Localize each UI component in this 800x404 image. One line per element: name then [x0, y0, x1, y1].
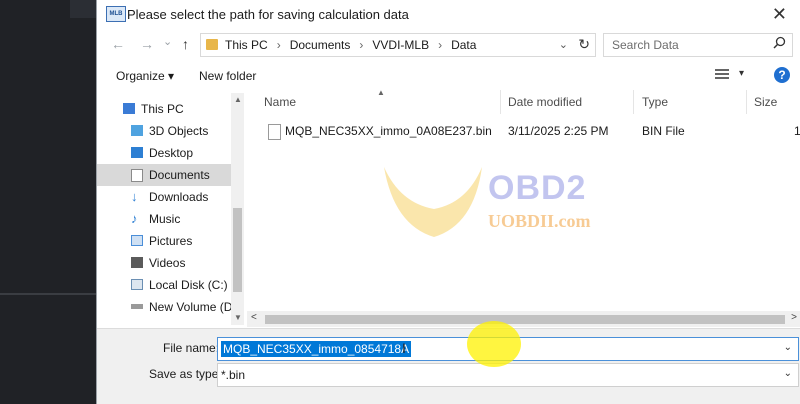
file-list: ▲ Name Date modified Type Size MQB_NEC35…	[247, 88, 800, 328]
file-name-label: File name:	[163, 341, 220, 355]
breadcrumb-separator-icon[interactable]: ›	[359, 38, 363, 52]
dialog-title: Please select the path for saving calcul…	[127, 7, 409, 22]
file-date-modified: 3/11/2025 2:25 PM	[508, 124, 609, 138]
search-input[interactable]: Search Data	[603, 33, 793, 57]
breadcrumb: This PC › Documents › VVDI-MLB › Data	[225, 38, 476, 52]
navigation-bar: ← → ⌄ ↑ This PC › Documents › VVDI-MLB ›…	[97, 32, 800, 58]
help-icon[interactable]: ?	[774, 67, 790, 83]
search-placeholder: Search Data	[612, 38, 679, 52]
documents-icon	[131, 169, 143, 182]
navigation-pane: This PC 3D Objects Desktop Documents ↓ D…	[97, 93, 245, 325]
save-dialog: MLB Please select the path for saving ca…	[96, 0, 800, 404]
sidebar-item-local-disk[interactable]: Local Disk (C:)	[97, 274, 231, 296]
app-icon: MLB	[106, 6, 126, 22]
save-as-type-dropdown-icon[interactable]: ⌄	[784, 368, 792, 379]
videos-icon	[131, 257, 143, 268]
close-icon[interactable]: ✕	[772, 4, 787, 25]
sidebar-item-desktop[interactable]: Desktop	[97, 142, 231, 164]
scrollbar-thumb[interactable]	[265, 315, 785, 324]
sidebar-item-label: 3D Objects	[149, 124, 209, 138]
breadcrumb-separator-icon[interactable]: ›	[277, 38, 281, 52]
background-tab	[70, 0, 96, 18]
sidebar-item-label: Documents	[149, 168, 210, 182]
column-header-type[interactable]: Type	[642, 95, 668, 109]
sidebar-item-label: Desktop	[149, 146, 194, 160]
view-options-chevron-icon[interactable]: ▾	[739, 68, 744, 79]
sidebar-item-label: This PC	[141, 102, 184, 116]
volume-icon	[131, 304, 143, 309]
sidebar-item-downloads[interactable]: ↓ Downloads	[97, 186, 231, 208]
sidebar-item-label: Downloads	[149, 190, 209, 204]
column-header-size[interactable]: Size	[754, 95, 777, 109]
file-name-dropdown-icon[interactable]: ⌄	[784, 342, 792, 353]
desktop-icon	[131, 147, 143, 158]
column-divider[interactable]	[500, 90, 501, 114]
scroll-up-icon[interactable]: ▲	[234, 95, 242, 104]
scroll-down-icon[interactable]: ▼	[234, 313, 242, 322]
pc-icon	[123, 103, 135, 114]
address-dropdown-icon[interactable]: ⌄	[559, 38, 568, 51]
sidebar-item-label: Pictures	[149, 234, 193, 248]
address-bar[interactable]: This PC › Documents › VVDI-MLB › Data ⌄ …	[200, 33, 596, 57]
breadcrumb-data[interactable]: Data	[451, 38, 476, 52]
sidebar-item-3d-objects[interactable]: 3D Objects	[97, 120, 231, 142]
file-icon	[268, 124, 281, 140]
sort-ascending-icon: ▲	[377, 88, 385, 97]
click-highlight	[467, 321, 521, 367]
search-icon[interactable]	[773, 36, 786, 52]
sidebar-item-new-volume[interactable]: New Volume (D:	[97, 296, 236, 318]
local-disk-icon	[131, 279, 143, 290]
save-options-panel: File name: MQB_NEC35XX_immo_0854718A I ⌄…	[97, 328, 800, 404]
column-header-name[interactable]: Name	[264, 95, 296, 109]
back-arrow-icon[interactable]: ←	[111, 36, 125, 52]
scrollbar-thumb[interactable]	[233, 208, 242, 292]
folder-icon	[206, 39, 218, 50]
table-row[interactable]: MQB_NEC35XX_immo_0A08E237.bin 3/11/2025 …	[247, 120, 800, 142]
downloads-icon: ↓	[131, 189, 138, 204]
up-arrow-icon[interactable]: ↑	[182, 36, 189, 52]
sidebar-item-pictures[interactable]: Pictures	[97, 230, 231, 252]
save-as-type-value: *.bin	[221, 368, 246, 382]
breadcrumb-vvdi-mlb[interactable]: VVDI-MLB	[372, 38, 429, 52]
breadcrumb-documents[interactable]: Documents	[290, 38, 351, 52]
horizontal-scrollbar[interactable]: < >	[247, 311, 800, 327]
recent-locations-chevron-icon[interactable]: ⌄	[163, 35, 172, 48]
organize-button[interactable]: Organize ▾	[116, 69, 174, 83]
sidebar-item-label: New Volume (D:	[149, 300, 236, 314]
sidebar-item-label: Music	[149, 212, 181, 226]
sidebar-item-this-pc[interactable]: This PC	[97, 98, 231, 120]
breadcrumb-separator-icon[interactable]: ›	[438, 38, 442, 52]
column-header-date-modified[interactable]: Date modified	[508, 95, 582, 109]
navigation-scrollbar[interactable]: ▲ ▼	[231, 93, 244, 325]
music-icon: ♪	[131, 211, 138, 226]
refresh-icon[interactable]: ↻	[578, 36, 590, 53]
column-divider[interactable]	[633, 90, 634, 114]
background-window	[0, 0, 96, 404]
sidebar-item-music[interactable]: ♪ Music	[97, 208, 231, 230]
command-toolbar: Organize ▾ New folder ▾ ?	[97, 63, 800, 89]
breadcrumb-this-pc[interactable]: This PC	[225, 38, 268, 52]
file-name-selected-text[interactable]: MQB_NEC35XX_immo_0854718A	[221, 341, 412, 357]
sidebar-item-videos[interactable]: Videos	[97, 252, 231, 274]
pictures-icon	[131, 235, 143, 246]
sidebar-item-label: Videos	[149, 256, 186, 270]
title-bar: MLB Please select the path for saving ca…	[97, 0, 800, 30]
new-folder-button[interactable]: New folder	[199, 69, 256, 83]
text-cursor-icon: I	[402, 340, 406, 356]
sidebar-item-label: Local Disk (C:)	[149, 278, 228, 292]
column-divider[interactable]	[746, 90, 747, 114]
scroll-right-icon[interactable]: >	[791, 312, 797, 323]
file-size: 1	[794, 124, 800, 138]
scroll-left-icon[interactable]: <	[251, 312, 257, 323]
forward-arrow-icon[interactable]: →	[140, 36, 154, 52]
file-type: BIN File	[642, 124, 685, 138]
3d-objects-icon	[131, 125, 143, 136]
save-as-type-label: Save as type:	[149, 367, 222, 381]
sidebar-item-documents[interactable]: Documents	[97, 164, 231, 186]
save-as-type-select[interactable]: *.bin ⌄	[217, 363, 799, 387]
file-name: MQB_NEC35XX_immo_0A08E237.bin	[285, 124, 492, 138]
view-options-icon[interactable]	[715, 69, 729, 80]
background-divider	[0, 293, 96, 295]
